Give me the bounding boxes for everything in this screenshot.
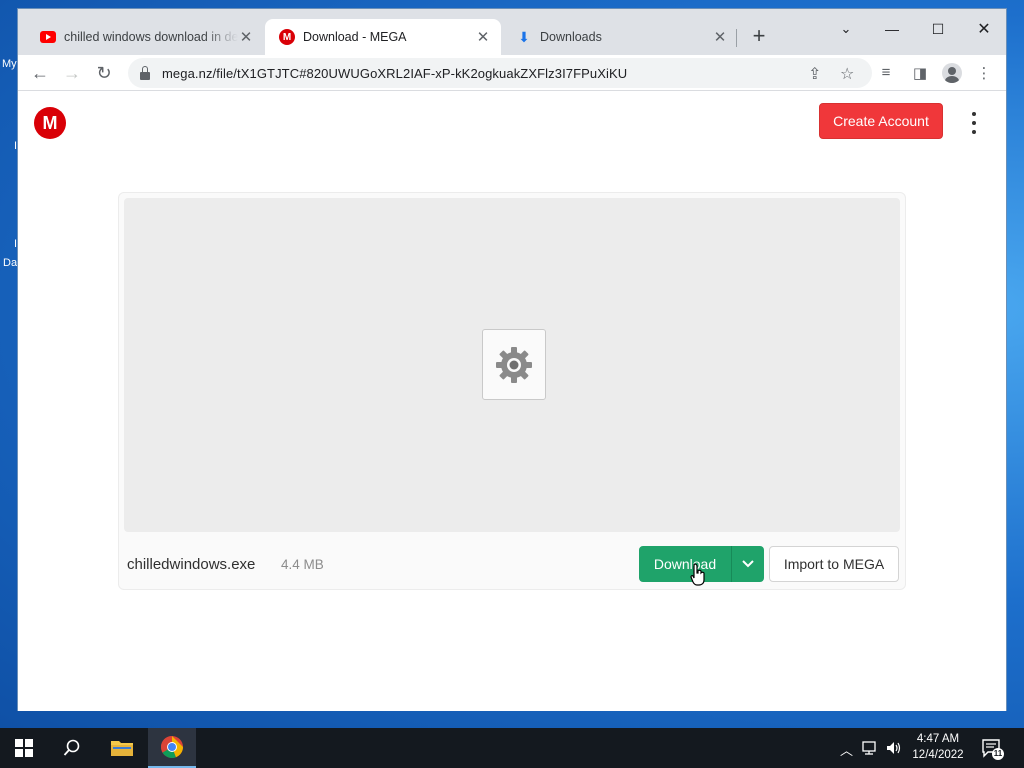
mega-icon: M xyxy=(279,29,295,45)
tab-search-icon[interactable]: ⌄ xyxy=(823,15,869,43)
desktop-icon-label[interactable]: Da xyxy=(3,257,17,269)
start-button[interactable] xyxy=(0,728,48,768)
close-tab-icon[interactable]: ✕ xyxy=(712,28,728,46)
side-panel-icon[interactable]: ◨ xyxy=(910,64,930,82)
tab-strip: chilled windows download in de ✕ M Downl… xyxy=(18,9,1006,55)
browser-toolbar: ← → ↻ mega.nz/file/tX1GTJTC#820UWUGoXRL2… xyxy=(18,55,1006,91)
download-options-chevron-icon[interactable] xyxy=(731,546,764,582)
notification-center-button[interactable]: 11 xyxy=(980,736,1004,760)
system-clock[interactable]: 4:47 AM 12/4/2022 xyxy=(906,731,970,763)
maximize-button[interactable]: ☐ xyxy=(915,15,961,43)
tab-title: Downloads xyxy=(540,30,602,44)
close-tab-icon[interactable]: ✕ xyxy=(238,28,254,46)
tab-separator xyxy=(736,29,737,47)
mega-page: M Create Account chilledwindows.exe 4.4 … xyxy=(18,92,1006,711)
close-window-button[interactable]: ✕ xyxy=(961,15,1007,43)
search-icon xyxy=(63,739,80,756)
browser-window: chilled windows download in de ✕ M Downl… xyxy=(17,8,1007,711)
clock-date: 12/4/2022 xyxy=(912,749,964,761)
media-queue-icon[interactable]: ≡ xyxy=(876,64,896,81)
hand-cursor-icon xyxy=(690,563,705,586)
back-button[interactable]: ← xyxy=(26,59,54,87)
volume-icon[interactable] xyxy=(885,740,903,756)
new-tab-button[interactable]: + xyxy=(748,25,770,47)
desktop-icon-label[interactable]: My xyxy=(2,58,17,70)
reload-button[interactable]: ↻ xyxy=(90,59,118,87)
mega-logo[interactable]: M xyxy=(34,107,66,139)
page-menu-icon[interactable] xyxy=(966,112,982,134)
tab-mega[interactable]: M Download - MEGA ✕ xyxy=(265,19,501,55)
import-to-mega-button[interactable]: Import to MEGA xyxy=(769,546,899,582)
forward-button[interactable]: → xyxy=(58,59,86,87)
folder-icon xyxy=(111,741,133,756)
chrome-taskbar-button[interactable] xyxy=(148,728,196,768)
close-tab-icon[interactable]: ✕ xyxy=(475,28,491,46)
address-bar[interactable]: mega.nz/file/tX1GTJTC#820UWUGoXRL2IAF-xP… xyxy=(128,58,872,88)
file-name: chilledwindows.exe xyxy=(127,556,256,573)
gear-icon xyxy=(496,346,532,383)
create-account-button[interactable]: Create Account xyxy=(819,103,943,139)
youtube-icon xyxy=(40,31,56,43)
notification-count: 11 xyxy=(993,749,1003,758)
search-button[interactable] xyxy=(48,728,96,768)
menu-kebab-icon[interactable]: ⋮ xyxy=(974,64,994,82)
file-preview xyxy=(124,198,900,532)
taskbar: ︿ 4:47 AM 12/4/2022 11 xyxy=(0,728,1024,768)
bookmark-star-icon[interactable]: ☆ xyxy=(840,64,854,84)
file-size: 4.4 MB xyxy=(281,557,324,572)
download-icon: ⬇ xyxy=(518,28,530,45)
tab-youtube[interactable]: chilled windows download in de ✕ xyxy=(26,19,264,55)
file-card: chilledwindows.exe 4.4 MB Download Impor… xyxy=(118,192,906,590)
file-info-bar: chilledwindows.exe 4.4 MB Download Impor… xyxy=(119,535,905,589)
tab-downloads[interactable]: ⬇ Downloads ✕ xyxy=(502,19,738,55)
clock-time: 4:47 AM xyxy=(916,733,960,745)
file-thumbnail xyxy=(482,329,546,400)
lock-icon[interactable] xyxy=(140,65,150,80)
url-text[interactable]: mega.nz/file/tX1GTJTC#820UWUGoXRL2IAF-xP… xyxy=(162,66,627,81)
windows-logo-icon xyxy=(15,739,33,757)
chrome-icon xyxy=(161,736,183,758)
profile-avatar[interactable] xyxy=(942,63,962,83)
download-button-label[interactable]: Download xyxy=(639,546,731,582)
tab-title: chilled windows download in de xyxy=(64,30,238,44)
tab-title: Download - MEGA xyxy=(303,30,407,44)
share-icon[interactable]: ⇪ xyxy=(808,64,821,84)
file-explorer-button[interactable] xyxy=(98,728,146,768)
chevron-up-icon[interactable]: ︿ xyxy=(840,740,853,759)
minimize-button[interactable]: — xyxy=(869,15,915,43)
network-icon[interactable] xyxy=(862,740,880,756)
